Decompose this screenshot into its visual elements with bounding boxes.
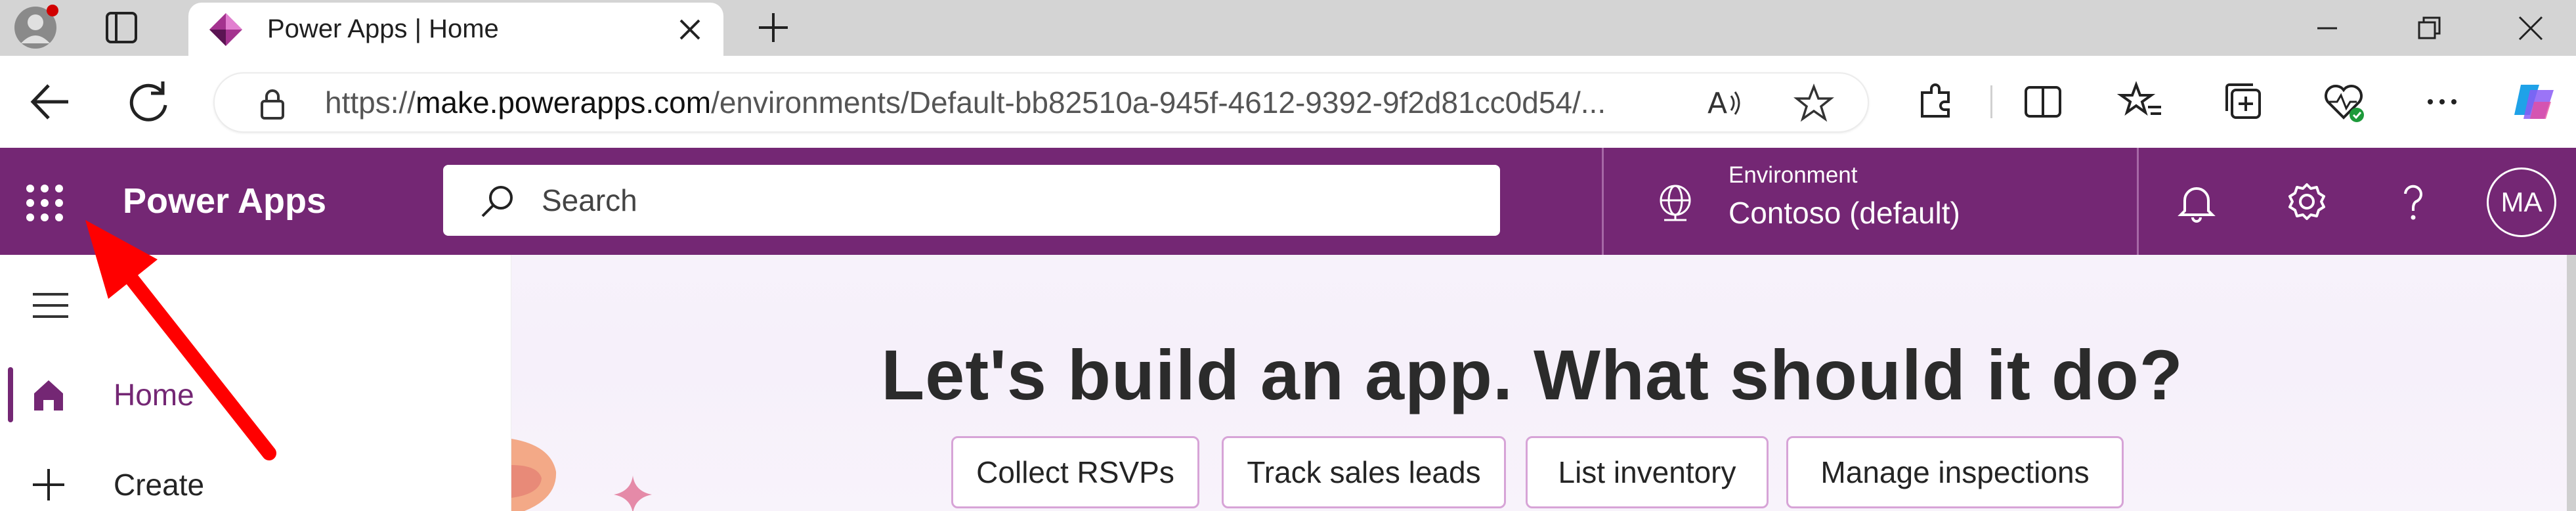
collections-icon[interactable] (2218, 76, 2270, 128)
tab-actions-icon[interactable] (102, 8, 141, 47)
refresh-icon[interactable] (119, 72, 179, 131)
main-content: Let's build an app. What should it do? C… (511, 255, 2576, 511)
browser-tab[interactable]: Power Apps | Home (188, 3, 723, 56)
copilot-icon[interactable] (2508, 76, 2560, 128)
environment-label: Environment (1728, 162, 1858, 188)
plus-icon[interactable] (754, 8, 793, 47)
avatar[interactable]: MA (2487, 167, 2556, 237)
address-bar[interactable]: https://make.powerapps.com/environments/… (213, 72, 1869, 133)
favorites-icon[interactable] (2115, 76, 2168, 128)
suggestion-chip[interactable]: Collect RSVPs (951, 436, 1199, 508)
bell-icon[interactable] (2170, 175, 2223, 228)
close-window-icon[interactable] (2508, 5, 2554, 51)
search-icon (476, 181, 518, 223)
nav-item-create[interactable]: Create (0, 445, 511, 511)
environment-picker[interactable]: Environment Contoso (default) (1602, 148, 2139, 255)
toolbar-divider (1990, 85, 1992, 118)
app-title[interactable]: Power Apps (123, 148, 326, 255)
hamburger-menu-icon[interactable] (28, 282, 74, 328)
suggestion-chip[interactable]: Manage inspections (1786, 436, 2124, 508)
more-icon[interactable] (2416, 76, 2468, 128)
close-icon[interactable] (673, 12, 707, 47)
heart-pulse-icon[interactable] (2317, 76, 2370, 128)
scrollbar[interactable] (2567, 255, 2576, 511)
read-aloud-icon[interactable]: A (1705, 83, 1746, 123)
puzzle-icon[interactable] (1909, 76, 1962, 128)
browser-tab-bar: Power Apps | Home (0, 0, 2576, 56)
globe-icon (1655, 182, 1696, 223)
home-icon (28, 374, 70, 416)
svg-text:A: A (1707, 87, 1727, 120)
hero-title: Let's build an app. What should it do? (881, 335, 2183, 414)
suggestion-chip[interactable]: List inventory (1526, 436, 1769, 508)
plus-icon (28, 464, 70, 506)
suggestion-chip[interactable]: Track sales leads (1222, 436, 1506, 508)
back-arrow-icon[interactable] (21, 72, 80, 131)
lock-icon[interactable] (255, 87, 290, 121)
nav-item-label: Home (114, 378, 194, 412)
restore-icon[interactable] (2406, 5, 2452, 51)
left-navigation: Home Create (0, 255, 511, 511)
environment-value: Contoso (default) (1728, 196, 1960, 230)
power-apps-logo-icon (208, 12, 244, 47)
gear-icon[interactable] (2281, 175, 2333, 228)
profile-icon[interactable] (13, 3, 62, 51)
browser-toolbar: https://make.powerapps.com/environments/… (0, 56, 2576, 148)
app-launcher-icon[interactable] (18, 177, 71, 229)
decorative-blob (511, 426, 564, 511)
app-header: Power Apps Search Environment Contoso (d… (0, 148, 2576, 255)
search-placeholder: Search (542, 183, 637, 217)
selected-indicator (8, 367, 13, 422)
help-icon[interactable] (2387, 175, 2439, 228)
url-text[interactable]: https://make.powerapps.com/environments/… (325, 74, 1606, 131)
star-icon[interactable] (1793, 83, 1834, 123)
sparkle-icon (610, 472, 656, 511)
nav-item-label: Create (114, 468, 205, 502)
split-screen-icon[interactable] (2017, 76, 2069, 128)
search-input[interactable]: Search (443, 165, 1500, 236)
tab-title: Power Apps | Home (267, 14, 499, 43)
minimize-icon[interactable] (2304, 5, 2350, 51)
nav-item-home[interactable]: Home (0, 355, 511, 434)
